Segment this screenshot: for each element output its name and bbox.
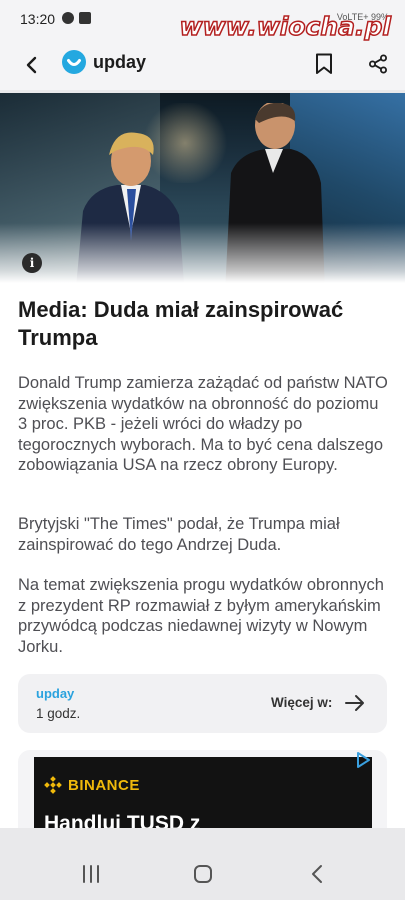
article-paragraph: Donald Trump zamierza zażądać od państw … <box>18 374 388 474</box>
bookmark-button[interactable] <box>310 50 338 78</box>
article-paragraph: Na temat zwiększenia progu wydatków obro… <box>18 576 384 656</box>
ad-brand: BINANCE <box>44 776 140 794</box>
ad-card[interactable]: BINANCE Handluj TUSD z <box>18 750 387 828</box>
more-in-label[interactable]: Więcej w: <box>271 695 332 710</box>
ad-headline: Handluj TUSD z <box>44 812 201 828</box>
article-hero-image: i <box>0 93 405 283</box>
brand: upday <box>62 50 146 74</box>
home-icon[interactable] <box>193 864 213 884</box>
back-button[interactable] <box>18 51 46 79</box>
recents-icon[interactable] <box>80 864 102 884</box>
share-button[interactable] <box>364 50 392 78</box>
binance-logo-icon <box>44 776 62 794</box>
bookmark-icon <box>316 53 332 74</box>
system-nav-bar <box>0 847 405 900</box>
ad-brand-text: BINANCE <box>68 776 140 794</box>
checkbox-notification-icon <box>79 12 91 24</box>
brand-name: upday <box>93 51 147 72</box>
source-card[interactable]: upday 1 godz. Więcej w: <box>18 674 387 733</box>
notification-icons <box>62 12 91 24</box>
watermark: www.wiocha.pl <box>179 11 392 42</box>
back-arrow-icon <box>26 56 37 74</box>
share-icon <box>369 54 387 74</box>
source-time: 1 godz. <box>36 706 81 721</box>
nav-back-icon[interactable] <box>310 863 324 885</box>
article-content[interactable]: i Media: Duda miał zainspirować Trumpa D… <box>0 93 405 828</box>
app-bar: upday <box>0 38 405 90</box>
article-headline: Media: Duda miał zainspirować Trumpa <box>18 297 344 350</box>
arrow-right-icon[interactable] <box>344 693 366 713</box>
notification-icon <box>62 12 74 24</box>
article-paragraph: Brytyjski "The Times" podał, że Trumpa m… <box>18 515 340 554</box>
upday-logo-icon <box>62 50 86 74</box>
status-time: 13:20 <box>20 11 56 27</box>
ad-choices-icon[interactable] <box>353 750 373 770</box>
source-name: upday <box>36 686 75 701</box>
info-icon[interactable]: i <box>22 253 42 273</box>
